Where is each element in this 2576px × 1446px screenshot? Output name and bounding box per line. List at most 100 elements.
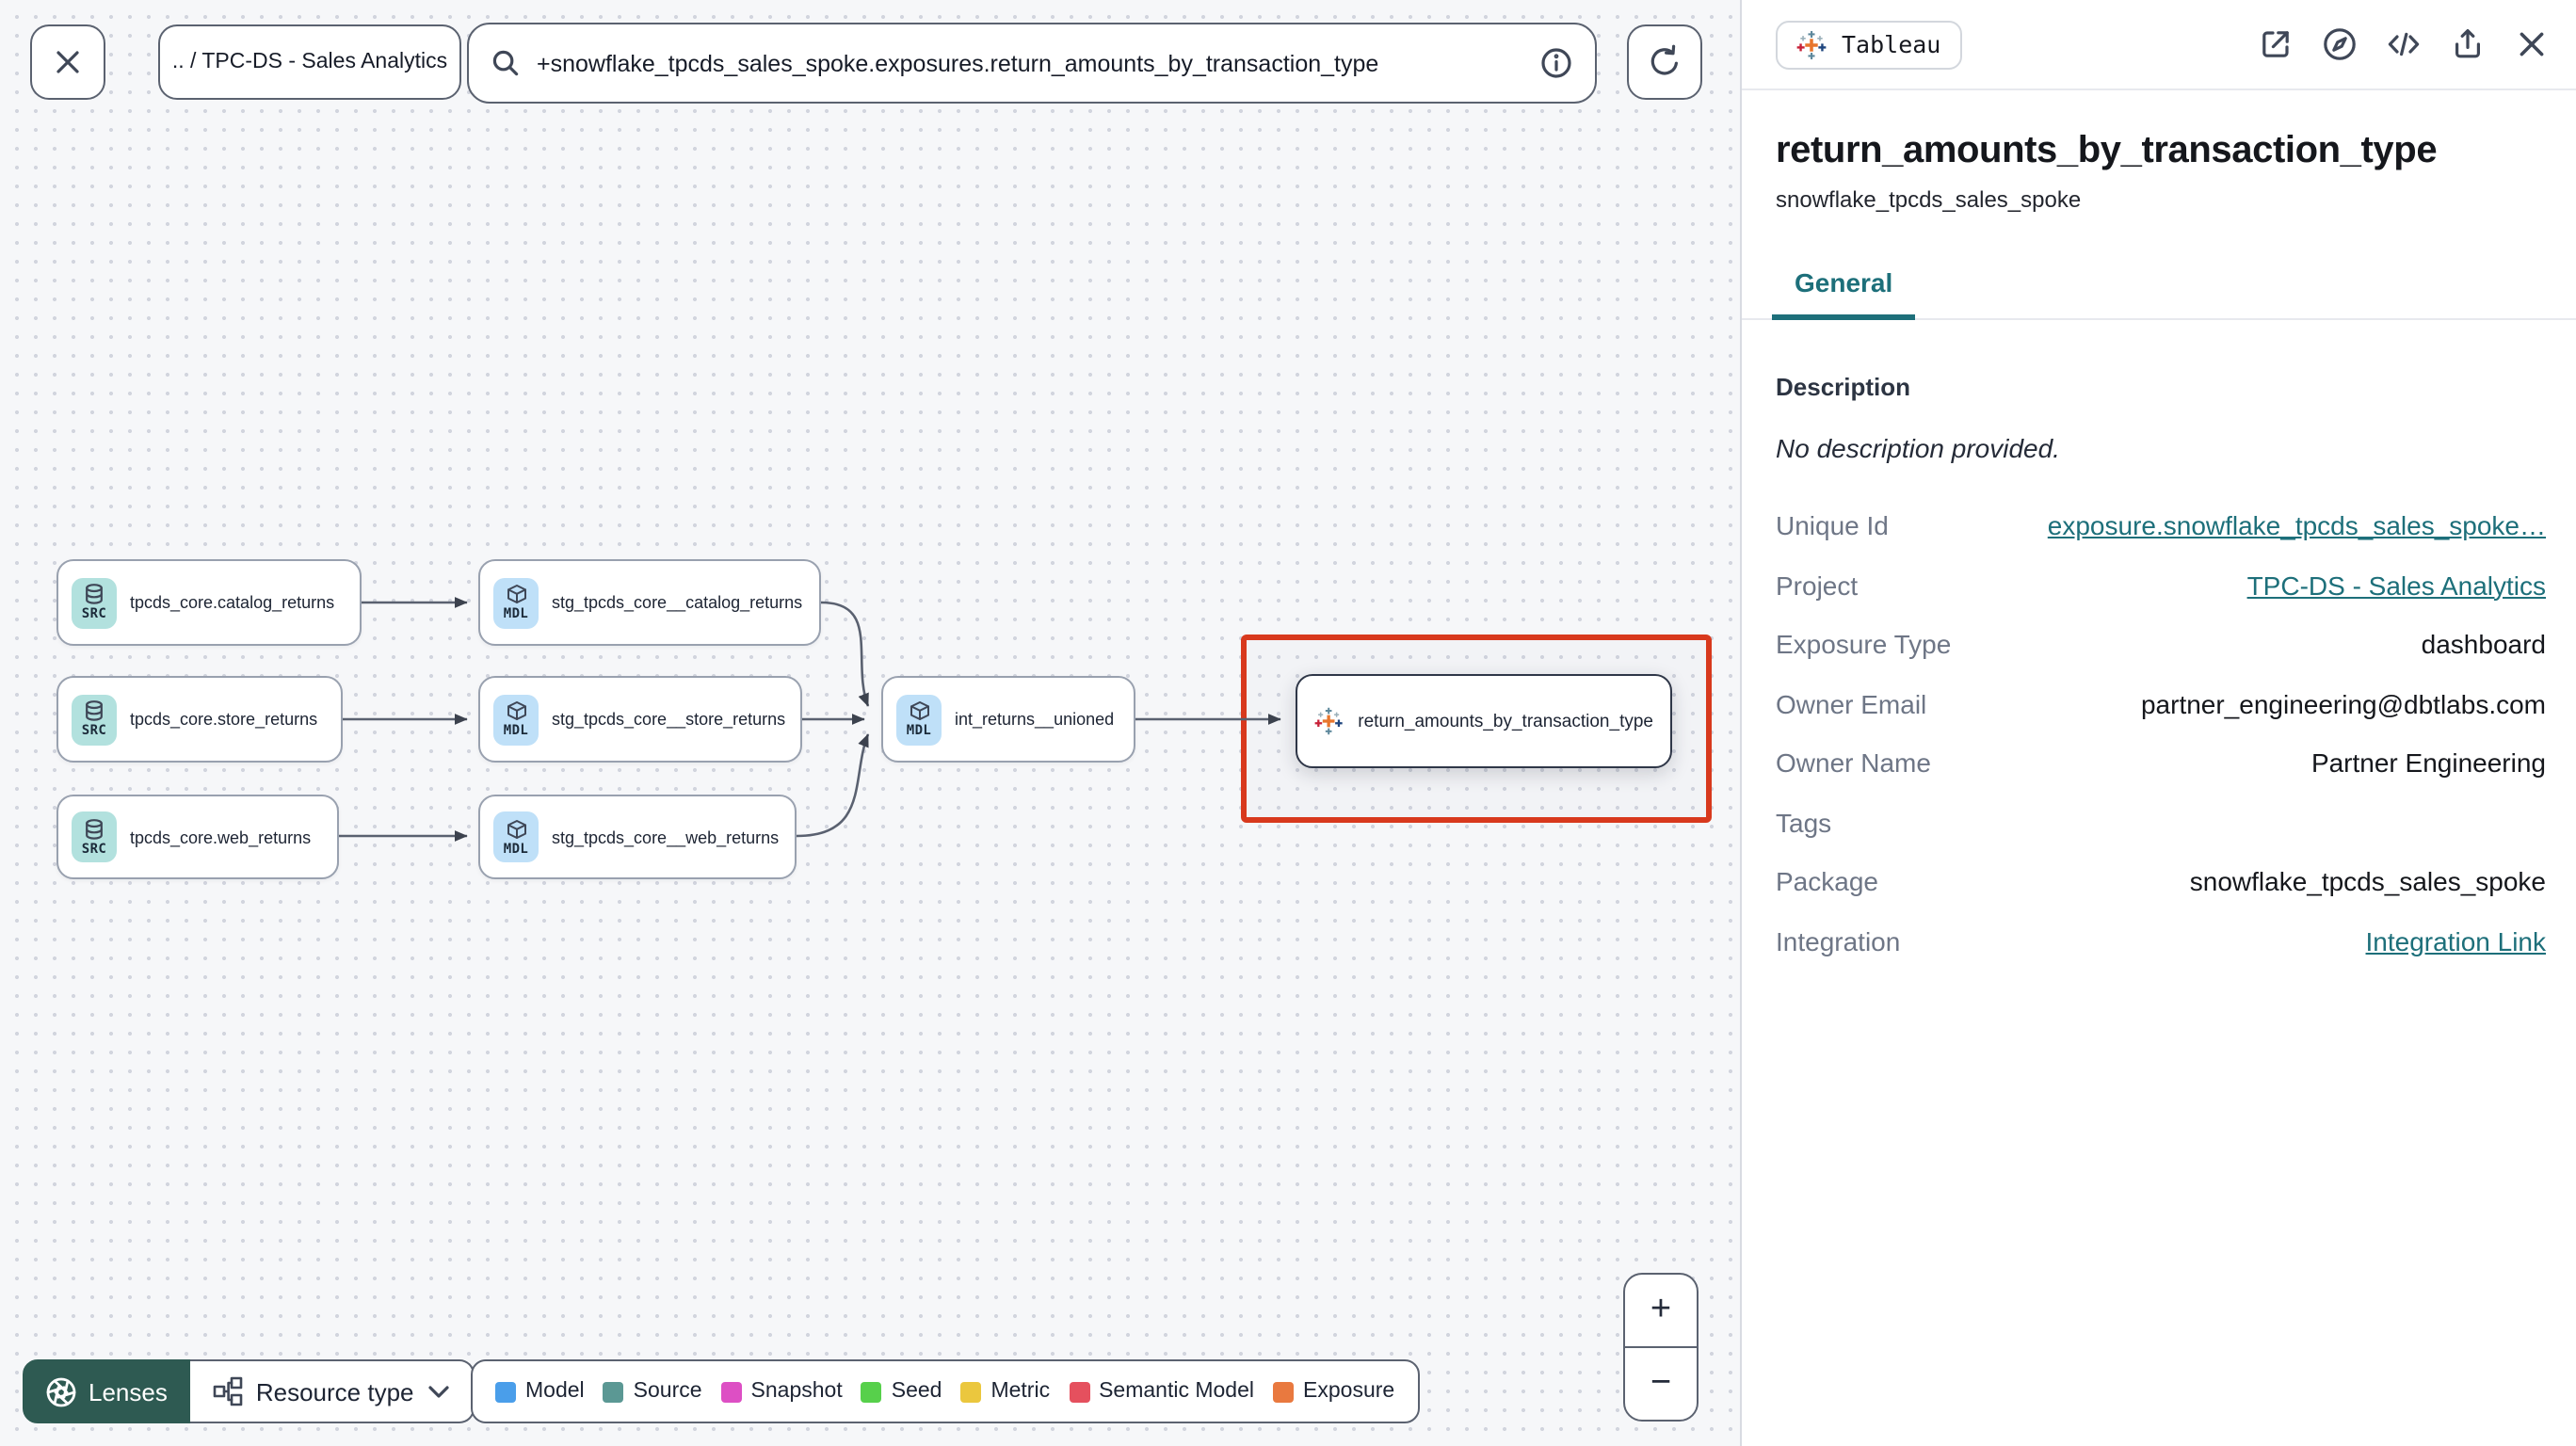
page-title: return_amounts_by_transaction_type — [1776, 130, 2438, 171]
database-icon — [86, 700, 103, 721]
cube-icon — [910, 701, 928, 720]
legend-item-exposure: Exposure — [1273, 1380, 1394, 1403]
source-swatch — [603, 1381, 624, 1402]
source-badge: SRC — [72, 577, 117, 628]
lineage-search[interactable] — [467, 23, 1597, 104]
description-label: Description — [1776, 373, 1911, 401]
field-row-owner-name: Owner Name Partner Engineering — [1776, 747, 2546, 778]
metric-swatch — [960, 1381, 982, 1402]
package-subtitle: snowflake_tpcds_sales_spoke — [1776, 186, 2082, 213]
dbt-explorer-lineage-view: .. / TPC-DS - Sales Analytics +snowflake… — [0, 0, 2576, 1446]
snapshot-swatch — [720, 1381, 742, 1402]
node-source-store-returns[interactable]: SRC tpcds_core.store_returns — [56, 676, 343, 763]
description-value: No description provided. — [1776, 433, 2060, 463]
cube-icon — [507, 701, 525, 720]
resource-type-dropdown[interactable]: Resource type — [189, 1359, 475, 1423]
resource-type-legend: Model Source Snapshot Seed Metric Semant… — [471, 1359, 1420, 1423]
node-label: stg_tpcds_core__store_returns — [552, 710, 786, 729]
zoom-in-button[interactable]: + — [1625, 1275, 1697, 1346]
search-icon — [492, 50, 519, 76]
exposure-swatch — [1273, 1381, 1295, 1402]
node-model-stg-store-returns[interactable]: MDL stg_tpcds_core__store_returns — [478, 676, 802, 763]
source-badge: SRC — [72, 811, 117, 862]
node-details-panel: Tableau return_amounts_by_transaction_ty… — [1740, 0, 2576, 1446]
database-icon — [86, 584, 103, 604]
field-row-integration: Integration Integration Link — [1776, 925, 2546, 956]
node-model-int-returns-unioned[interactable]: MDL int_returns__unioned — [881, 676, 1135, 763]
model-badge: MDL — [896, 694, 942, 745]
refresh-lineage-button[interactable] — [1627, 24, 1702, 100]
share-icon[interactable] — [2450, 26, 2486, 62]
aperture-icon — [46, 1376, 76, 1406]
node-source-web-returns[interactable]: SRC tpcds_core.web_returns — [56, 795, 339, 879]
integration-badge-label: Tableau — [1842, 30, 1941, 58]
node-label: tpcds_core.store_returns — [130, 710, 318, 729]
detail-fields: Unique Id exposure.snowflake_tpcds_sales… — [1776, 510, 2546, 956]
model-swatch — [495, 1381, 516, 1402]
integration-badge: Tableau — [1776, 20, 1962, 69]
search-input[interactable] — [537, 50, 1523, 76]
node-model-stg-catalog-returns[interactable]: MDL stg_tpcds_core__catalog_returns — [478, 559, 821, 646]
field-row-unique-id: Unique Id exposure.snowflake_tpcds_sales… — [1776, 510, 2546, 540]
close-lineage-button[interactable] — [30, 24, 105, 100]
node-label: tpcds_core.catalog_returns — [130, 593, 335, 612]
lenses-button[interactable]: Lenses — [23, 1359, 190, 1423]
minus-icon: − — [1650, 1363, 1672, 1403]
model-badge: MDL — [493, 577, 539, 628]
compass-icon[interactable] — [2322, 26, 2358, 62]
field-row-package: Package snowflake_tpcds_sales_spoke — [1776, 866, 2546, 896]
source-badge: SRC — [72, 694, 117, 745]
node-model-stg-web-returns[interactable]: MDL stg_tpcds_core__web_returns — [478, 795, 797, 879]
model-badge: MDL — [493, 811, 539, 862]
panel-title-block: return_amounts_by_transaction_type snowf… — [1742, 90, 2576, 213]
plus-icon: + — [1650, 1290, 1672, 1329]
node-label: return_amounts_by_transaction_type — [1358, 711, 1653, 731]
chevron-down-icon — [427, 1385, 449, 1397]
legend-item-source: Source — [603, 1380, 702, 1403]
close-icon[interactable] — [2514, 26, 2550, 62]
node-label: stg_tpcds_core__catalog_returns — [552, 593, 803, 612]
tableau-logo-icon — [1796, 29, 1827, 59]
external-link-icon[interactable] — [2258, 26, 2294, 62]
node-exposure-return-amounts[interactable]: return_amounts_by_transaction_type — [1296, 674, 1672, 768]
resource-type-label: Resource type — [255, 1377, 414, 1406]
hierarchy-icon — [213, 1376, 243, 1406]
seed-swatch — [861, 1381, 882, 1402]
node-label: int_returns__unioned — [955, 710, 1115, 729]
refresh-icon — [1650, 44, 1678, 75]
close-icon — [56, 51, 79, 73]
zoom-controls: + − — [1623, 1273, 1699, 1422]
breadcrumb-label: .. / TPC-DS - Sales Analytics — [171, 51, 448, 73]
code-icon[interactable] — [2386, 26, 2422, 62]
field-row-project: Project TPC-DS - Sales Analytics — [1776, 570, 2546, 600]
legend-item-semantic-model: Semantic Model — [1069, 1380, 1254, 1403]
field-row-owner-email: Owner Email partner_engineering@dbtlabs.… — [1776, 688, 2546, 718]
field-row-tags: Tags — [1776, 807, 1832, 837]
node-label: tpcds_core.web_returns — [130, 827, 312, 846]
tab-general[interactable]: General — [1772, 267, 1916, 320]
panel-content: Description No description provided. Uni… — [1742, 320, 2576, 956]
legend-item-seed: Seed — [861, 1380, 942, 1403]
unique-id-link[interactable]: exposure.snowflake_tpcds_sales_spoke… — [2048, 510, 2546, 540]
cube-icon — [507, 585, 525, 603]
field-row-exposure-type: Exposure Type dashboard — [1776, 629, 2546, 659]
legend-item-metric: Metric — [960, 1380, 1050, 1403]
panel-tabs: General — [1742, 267, 2576, 320]
panel-header: Tableau — [1742, 0, 2576, 90]
integration-link[interactable]: Integration Link — [2366, 925, 2546, 956]
info-icon[interactable] — [1540, 47, 1572, 79]
tableau-logo-icon — [1314, 707, 1343, 735]
project-link[interactable]: TPC-DS - Sales Analytics — [2247, 570, 2546, 600]
panel-header-actions — [2258, 26, 2550, 62]
node-source-catalog-returns[interactable]: SRC tpcds_core.catalog_returns — [56, 559, 362, 646]
lenses-controls: Lenses Resource type — [23, 1359, 475, 1423]
semantic-model-swatch — [1069, 1381, 1090, 1402]
lineage-canvas[interactable]: .. / TPC-DS - Sales Analytics +snowflake… — [0, 0, 1740, 1446]
zoom-out-button[interactable]: − — [1625, 1346, 1697, 1420]
model-badge: MDL — [493, 694, 539, 745]
lenses-label: Lenses — [89, 1377, 168, 1406]
breadcrumb[interactable]: .. / TPC-DS - Sales Analytics — [158, 24, 461, 100]
cube-icon — [507, 819, 525, 838]
database-icon — [86, 818, 103, 839]
legend-item-snapshot: Snapshot — [720, 1380, 843, 1403]
